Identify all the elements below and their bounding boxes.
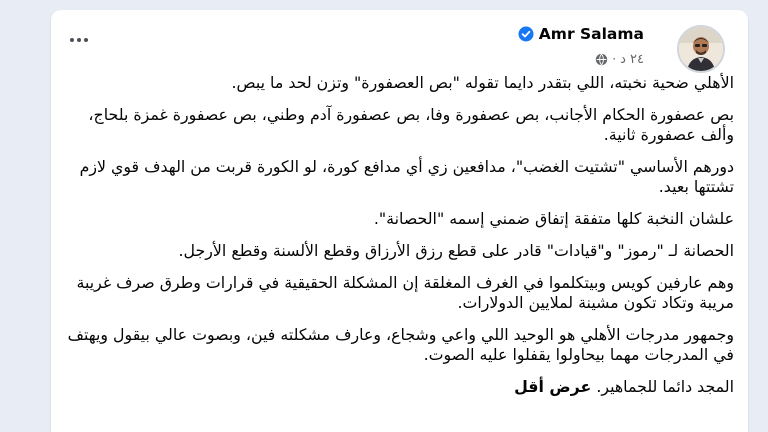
post-card: Amr Salama · ٢٤ د الأهلي ضحية نخبته، الل… — [51, 10, 748, 432]
post-closing-text: المجد دائما للجماهير. — [596, 377, 734, 396]
post-paragraph: الحصانة لـ "رموز" و"قيادات" قادر على قطع… — [178, 241, 734, 260]
see-less-link[interactable]: عرض أقل — [514, 377, 591, 396]
author-name[interactable]: Amr Salama — [539, 25, 644, 43]
post-paragraph: وهم عارفين كويس وبيتكلموا في الغرف المغل… — [76, 273, 734, 312]
more-options-icon[interactable] — [63, 28, 95, 52]
post-header: Amr Salama — [518, 22, 644, 46]
page: Amr Salama · ٢٤ د الأهلي ضحية نخبته، الل… — [0, 0, 768, 432]
verified-badge-icon — [518, 26, 534, 42]
post-text: الأهلي ضحية نخبته، اللي بتقدر دايما تقول… — [61, 73, 734, 409]
post-paragraph: دورهم الأساسي "تشتيت الغضب"، مدافعين زي … — [79, 157, 734, 196]
avatar-image — [679, 27, 723, 71]
profile-avatar[interactable] — [677, 25, 725, 73]
more-dot — [70, 38, 74, 42]
more-dot — [84, 38, 88, 42]
meta-separator: · — [612, 52, 617, 66]
post-time[interactable]: ٢٤ د — [620, 52, 644, 67]
post-meta: · ٢٤ د — [595, 50, 644, 68]
post-paragraph: وجمهور مدرجات الأهلي هو الوحيد اللي واعي… — [67, 325, 734, 364]
post-paragraph: علشان النخبة كلها متفقة إتفاق ضمني إسمه … — [373, 209, 734, 228]
post-last-line: المجد دائما للجماهير. عرض أقل — [61, 377, 734, 397]
more-dot — [77, 38, 81, 42]
post-paragraph: الأهلي ضحية نخبته، اللي بتقدر دايما تقول… — [231, 73, 734, 92]
post-paragraph: بص عصفورة الحكام الأجانب، بص عصفورة وفا،… — [88, 105, 734, 144]
globe-icon[interactable] — [595, 53, 608, 66]
